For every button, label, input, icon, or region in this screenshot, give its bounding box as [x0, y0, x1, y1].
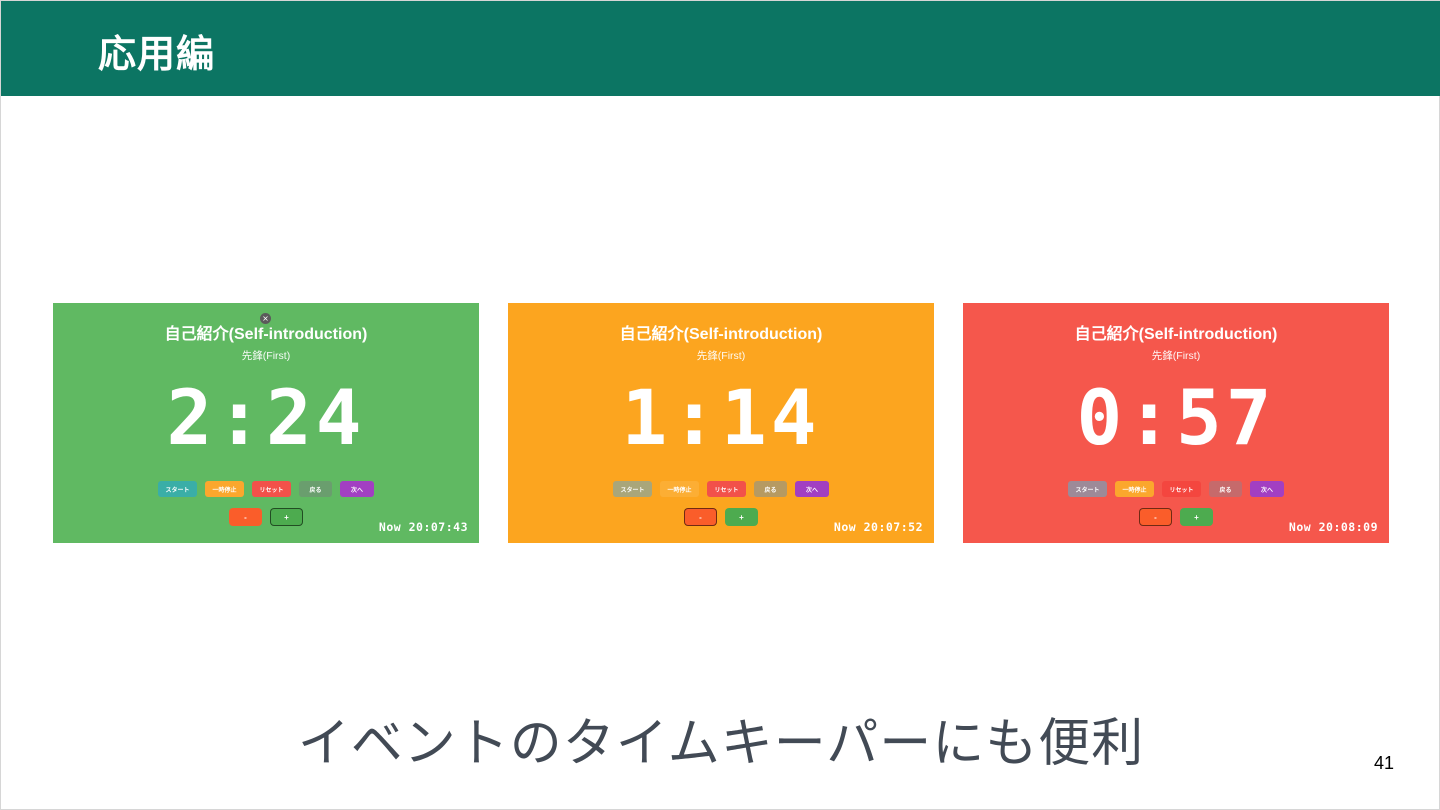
reset-button[interactable]: リセット	[707, 481, 746, 497]
panel-title: 自己紹介(Self-introduction)	[619, 326, 823, 343]
slide: 応用編 × 自己紹介(Self-introduction) 先鋒(First) …	[0, 0, 1440, 810]
start-button[interactable]: スタート	[613, 481, 652, 497]
start-button[interactable]: スタート	[1068, 481, 1107, 497]
timer-panel-orange: 自己紹介(Self-introduction) 先鋒(First) 1:14 ス…	[508, 303, 934, 543]
panel-subtitle: 先鋒(First)	[696, 350, 746, 362]
current-time: Now 20:07:43	[378, 520, 468, 534]
panel-subtitle: 先鋒(First)	[1151, 350, 1201, 362]
decrease-button[interactable]: -	[1139, 508, 1172, 526]
increase-button[interactable]: +	[725, 508, 758, 526]
control-buttons: スタート 一時停止 リセット 戻る 次へ	[963, 481, 1389, 497]
reset-button[interactable]: リセット	[252, 481, 291, 497]
slide-title: 応用編	[98, 32, 216, 76]
header-bar: 応用編	[1, 1, 1440, 96]
reset-button[interactable]: リセット	[1162, 481, 1201, 497]
start-button[interactable]: スタート	[158, 481, 197, 497]
current-time: Now 20:08:09	[1288, 520, 1378, 534]
pause-button[interactable]: 一時停止	[205, 481, 244, 497]
next-button[interactable]: 次へ	[795, 481, 829, 497]
back-button[interactable]: 戻る	[1209, 481, 1242, 497]
back-button[interactable]: 戻る	[754, 481, 787, 497]
increase-button[interactable]: +	[1180, 508, 1213, 526]
page-number: 41	[1374, 753, 1395, 773]
panel-title: 自己紹介(Self-introduction)	[164, 326, 368, 343]
countdown-timer: 1:14	[621, 373, 821, 462]
current-time: Now 20:07:52	[833, 520, 923, 534]
panel-title: 自己紹介(Self-introduction)	[1074, 326, 1278, 343]
timer-panel-red: 自己紹介(Self-introduction) 先鋒(First) 0:57 ス…	[963, 303, 1389, 543]
control-buttons: スタート 一時停止 リセット 戻る 次へ	[53, 481, 479, 497]
decrease-button[interactable]: -	[684, 508, 717, 526]
back-button[interactable]: 戻る	[299, 481, 332, 497]
countdown-timer: 2:24	[166, 373, 366, 462]
next-button[interactable]: 次へ	[1250, 481, 1284, 497]
pause-button[interactable]: 一時停止	[660, 481, 699, 497]
countdown-timer: 0:57	[1076, 373, 1276, 462]
panel-subtitle: 先鋒(First)	[241, 350, 291, 362]
increase-button[interactable]: +	[270, 508, 303, 526]
decrease-button[interactable]: -	[229, 508, 262, 526]
timer-panel-green: × 自己紹介(Self-introduction) 先鋒(First) 2:24…	[53, 303, 479, 543]
pause-button[interactable]: 一時停止	[1115, 481, 1154, 497]
next-button[interactable]: 次へ	[340, 481, 374, 497]
control-buttons: スタート 一時停止 リセット 戻る 次へ	[508, 481, 934, 497]
slide-caption: イベントのタイムキーパーにも便利	[297, 714, 1145, 774]
